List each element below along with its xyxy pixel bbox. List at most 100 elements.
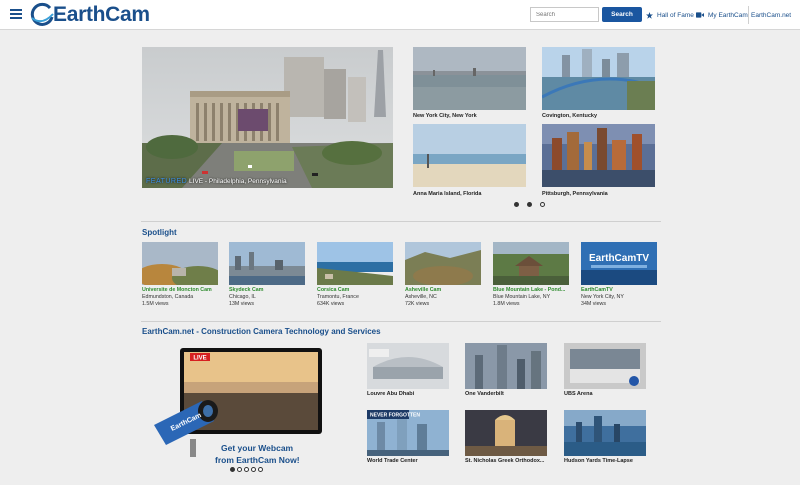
spotlight-thumbnail: [229, 242, 305, 285]
featured-caption: FEATURED LIVE - Philadelphia, Pennsylvan…: [146, 178, 287, 185]
spotlight-card[interactable]: Asheville Cam Asheville, NC 72K views: [405, 242, 481, 307]
promo-dot[interactable]: [258, 467, 263, 472]
featured-tile-anna-maria[interactable]: [413, 124, 526, 187]
louvre-abu-dhabi-image: [367, 343, 449, 389]
featured-label-pittsburgh: Pittsburgh, Pennsylvania: [542, 191, 608, 197]
ubs-arena-image: [564, 343, 646, 389]
spotlight-card[interactable]: Corsica Cam Tramontu, France 634K views: [317, 242, 393, 307]
spotlight-location: Blue Mountain Lake, NY: [493, 294, 551, 300]
spotlight-name: EarthCamTV: [581, 287, 613, 293]
construction-label: Hudson Yards Time-Lapse: [564, 458, 633, 464]
spotlight-location: Edmundston, Canada: [142, 294, 194, 300]
spotlight-name: Blue Mountain Lake - Pond...: [493, 287, 566, 293]
never-forgotten-overlay: NEVER FORGOTTEN: [370, 413, 420, 419]
construction-label: World Trade Center: [367, 458, 418, 464]
construction-label: St. Nicholas Greek Orthodox...: [465, 458, 545, 464]
spotlight-thumbnail: [317, 242, 393, 285]
featured-tag: FEATURED: [146, 178, 188, 185]
promo-line-1: Get your Webcam: [221, 443, 294, 453]
construction-tile-st-nicholas[interactable]: [465, 410, 547, 456]
construction-label: Louvre Abu Dhabi: [367, 391, 415, 397]
spotlight-thumbnail: [493, 242, 569, 285]
live-badge: LIVE: [193, 356, 206, 362]
spotlight-name: Asheville Cam: [405, 287, 442, 293]
spotlight-card[interactable]: EarthCamTV EarthCamTV New York City, NY …: [581, 242, 657, 307]
construction-label: One Vanderbilt: [465, 391, 504, 397]
spotlight-name: Skydeck Cam: [229, 287, 264, 293]
promo-dot[interactable]: [230, 467, 235, 472]
my-earthcam-link[interactable]: My EarthCam: [696, 9, 748, 21]
spotlight-location: Tramontu, France: [317, 294, 359, 300]
carousel-dot[interactable]: [527, 202, 532, 207]
anna-maria-camera-image: [413, 124, 526, 187]
spotlight-views: 1.8M views: [493, 301, 520, 307]
featured-label-anna-maria: Anna Maria Island, Florida: [413, 191, 482, 197]
featured-tile-nyc[interactable]: [413, 47, 526, 110]
featured-label-nyc: New York City, New York: [413, 113, 477, 119]
spotlight-views: 13M views: [229, 301, 255, 307]
construction-label: UBS Arena: [564, 391, 593, 397]
promo-dot[interactable]: [251, 467, 256, 472]
spotlight-views: 1.5M views: [142, 301, 169, 307]
star-icon: [646, 11, 653, 19]
logo-text: EarthCam: [53, 3, 150, 26]
earthcam-logo[interactable]: EarthCam: [29, 2, 150, 28]
spotlight-thumbnail: [142, 242, 218, 285]
featured-tile-covington[interactable]: [542, 47, 655, 110]
pittsburgh-camera-image: [542, 124, 655, 187]
spotlight-name: Corsica Cam: [317, 287, 350, 293]
spotlight-thumbnail: [405, 242, 481, 285]
construction-tile-vanderbilt[interactable]: [465, 343, 547, 389]
earthcam-net-label: EarthCam.net: [751, 11, 792, 19]
construction-tile-hudson-yards[interactable]: [564, 410, 646, 456]
section-divider: [141, 321, 661, 322]
construction-tile-ubs[interactable]: [564, 343, 646, 389]
one-vanderbilt-image: [465, 343, 547, 389]
top-header: EarthCam Search Hall of Fame My EarthCam…: [0, 0, 800, 30]
earthcam-net-link[interactable]: EarthCam.net: [751, 9, 791, 21]
spotlight-card[interactable]: Blue Mountain Lake - Pond... Blue Mounta…: [493, 242, 569, 307]
featured-carousel-dots: [514, 202, 545, 207]
st-nicholas-image: [465, 410, 547, 456]
svg-text:EarthCamTV: EarthCamTV: [589, 253, 649, 264]
spotlight-location: Chicago, IL: [229, 294, 256, 300]
philadelphia-camera-image: [142, 47, 393, 188]
promo-dot[interactable]: [244, 467, 249, 472]
search-button[interactable]: Search: [602, 7, 642, 22]
carousel-dot[interactable]: [540, 202, 545, 207]
spotlight-location: Asheville, NC: [405, 294, 437, 300]
my-earthcam-label: My EarthCam: [708, 11, 748, 19]
world-trade-center-image: NEVER FORGOTTEN: [367, 410, 449, 456]
spotlight-title: Spotlight: [142, 228, 177, 237]
header-divider: [748, 6, 749, 24]
video-camera-icon: [696, 12, 704, 18]
construction-tile-louvre[interactable]: [367, 343, 449, 389]
covington-camera-image: [542, 47, 655, 110]
spotlight-name: Universite de Moncton Cam: [142, 287, 212, 293]
spotlight-card[interactable]: Universite de Moncton Cam Edmundston, Ca…: [142, 242, 218, 307]
spotlight-views: 72K views: [405, 301, 430, 307]
featured-camera-tile[interactable]: FEATURED LIVE - Philadelphia, Pennsylvan…: [142, 47, 393, 188]
section-divider: [141, 221, 661, 222]
globe-swoosh-icon: [30, 2, 54, 26]
featured-label-covington: Covington, Kentucky: [542, 113, 598, 119]
promo-line-2: from EarthCam Now!: [215, 455, 300, 465]
earthcamtv-thumbnail: EarthCamTV: [581, 242, 657, 285]
construction-title: EarthCam.net - Construction Camera Techn…: [142, 327, 381, 336]
promo-carousel-dots: [230, 467, 263, 472]
hudson-yards-image: [564, 410, 646, 456]
carousel-dot[interactable]: [514, 202, 519, 207]
featured-tile-pittsburgh[interactable]: [542, 124, 655, 187]
nyc-camera-image: [413, 47, 526, 110]
construction-tile-wtc[interactable]: NEVER FORGOTTEN: [367, 410, 449, 456]
promo-dot[interactable]: [237, 467, 242, 472]
spotlight-card[interactable]: Skydeck Cam Chicago, IL 13M views: [229, 242, 305, 307]
featured-location: LIVE - Philadelphia, Pennsylvania: [189, 178, 287, 185]
spotlight-location: New York City, NY: [581, 294, 624, 300]
spotlight-views: 634K views: [317, 301, 345, 307]
search-input[interactable]: [530, 7, 599, 22]
hamburger-menu-icon[interactable]: [10, 9, 22, 20]
spotlight-views: 34M views: [581, 301, 607, 307]
hall-of-fame-link[interactable]: Hall of Fame: [646, 9, 694, 21]
hall-of-fame-label: Hall of Fame: [657, 11, 694, 19]
